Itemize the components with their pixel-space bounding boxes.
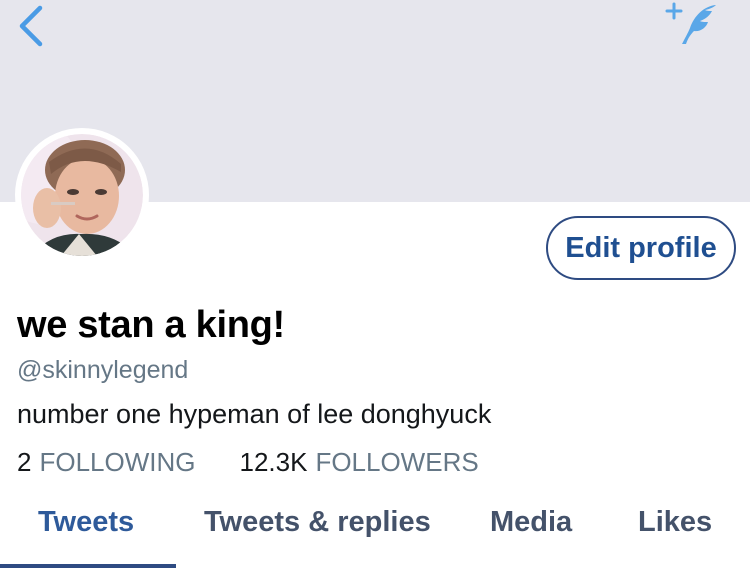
display-name: we stan a king!: [17, 304, 285, 346]
following-label: FOLLOWING: [39, 447, 196, 477]
user-bio: number one hypeman of lee donghyuck: [17, 399, 492, 429]
back-button[interactable]: [12, 2, 52, 50]
followers-count: 12.3K: [239, 447, 308, 477]
tab-media[interactable]: Media: [490, 506, 572, 539]
tab-tweets[interactable]: Tweets: [38, 506, 134, 539]
avatar[interactable]: [15, 128, 149, 262]
tab-likes[interactable]: Likes: [638, 506, 712, 539]
edit-profile-button[interactable]: Edit profile: [546, 216, 736, 280]
followers-label: FOLLOWERS: [315, 447, 479, 477]
active-tab-indicator: [0, 564, 176, 568]
follow-stats: 2 FOLLOWING 12.3K FOLLOWERS: [17, 447, 479, 478]
following-stat[interactable]: 2 FOLLOWING: [17, 447, 195, 478]
tab-tweets-and-replies[interactable]: Tweets & replies: [204, 506, 431, 539]
chevron-left-icon: [19, 5, 43, 47]
avatar-photo: [21, 134, 143, 256]
following-count: 2: [17, 447, 32, 477]
followers-stat[interactable]: 12.3K FOLLOWERS: [239, 447, 478, 478]
profile-tabs: Tweets Tweets & replies Media Likes: [0, 496, 750, 570]
compose-button[interactable]: [664, 0, 724, 48]
compose-feather-icon: [665, 2, 716, 44]
user-handle: @skinnylegend: [17, 356, 189, 384]
